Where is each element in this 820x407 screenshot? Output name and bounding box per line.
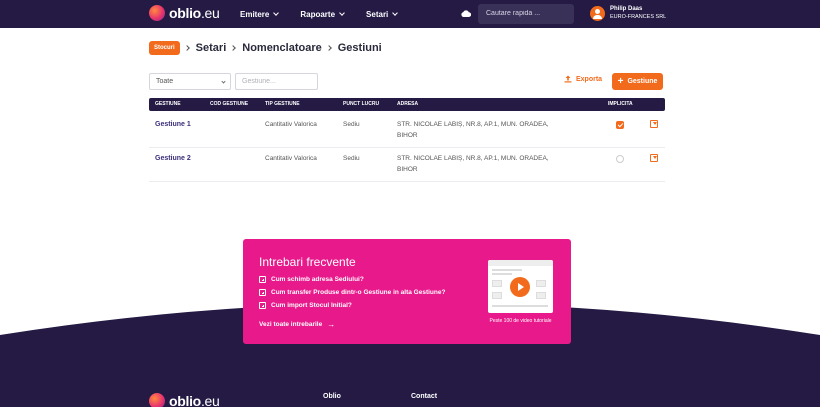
footer-col-oblio: Oblio bbox=[323, 393, 341, 400]
gestiune-address-line1: STR. NICOLAE LABIȘ, NR.8, AP.1, MUN. ORA… bbox=[397, 155, 549, 162]
gestiune-name-link[interactable]: Gestiune 1 bbox=[155, 119, 191, 130]
gestiune-search-input[interactable] bbox=[235, 73, 318, 90]
default-checkbox-checked[interactable] bbox=[616, 121, 624, 129]
chevron-down-icon bbox=[273, 9, 280, 16]
plus-square-icon bbox=[259, 276, 266, 283]
play-icon[interactable] bbox=[510, 277, 530, 297]
filter-select[interactable]: Toate bbox=[149, 73, 231, 90]
upload-icon bbox=[564, 75, 572, 83]
plus-square-icon bbox=[259, 302, 266, 309]
logo-text: oblio bbox=[169, 5, 201, 21]
stocuri-badge[interactable]: Stocuri bbox=[149, 41, 180, 55]
chevron-right-icon bbox=[230, 45, 237, 51]
arrow-right-icon: → bbox=[327, 320, 336, 329]
chevron-right-icon bbox=[183, 45, 190, 51]
video-tutorial-thumbnail[interactable] bbox=[488, 260, 553, 313]
logo-mark-icon bbox=[149, 5, 165, 21]
footer-logo[interactable]: oblio.eu bbox=[149, 393, 220, 407]
plus-square-icon bbox=[259, 289, 266, 296]
faq-card: Intrebari frecvente Cum schimb adresa Se… bbox=[243, 239, 571, 344]
logo-suffix: .eu bbox=[200, 393, 220, 407]
col-tip-gestiune[interactable]: TIP GESTIUNE bbox=[265, 98, 300, 111]
logo-mark-icon bbox=[149, 393, 165, 407]
cloud-icon[interactable] bbox=[461, 10, 471, 17]
table-header: GESTIUNE COD GESTIUNE TIP GESTIUNE PUNCT… bbox=[149, 98, 665, 111]
main-menu: Emitere Rapoarte Setari bbox=[240, 0, 419, 28]
col-cod-gestiune[interactable]: COD GESTIUNE bbox=[210, 98, 248, 111]
chevron-down-icon bbox=[392, 9, 399, 16]
table-row: Gestiune 1 Cantitativ Valorica Sediu STR… bbox=[149, 114, 665, 148]
row-actions-dropdown-icon[interactable] bbox=[650, 154, 658, 162]
user-name: Philip Daas bbox=[610, 6, 643, 12]
col-punct-lucru[interactable]: PUNCT LUCRU bbox=[343, 98, 379, 111]
col-implicita[interactable]: IMPLICITA bbox=[608, 98, 633, 111]
top-navbar: oblio.eu Emitere Rapoarte Setari Philip … bbox=[0, 0, 820, 28]
quick-search-input[interactable] bbox=[478, 4, 574, 24]
user-company: EURO-FRANCES SRL bbox=[610, 14, 667, 20]
col-adresa[interactable]: ADRESA bbox=[397, 98, 418, 111]
gestiune-type: Cantitativ Valorica bbox=[265, 121, 317, 128]
breadcrumb-setari[interactable]: Setari bbox=[196, 42, 227, 54]
add-gestiune-button[interactable]: + Gestiune bbox=[612, 73, 663, 90]
chevron-down-icon bbox=[221, 79, 226, 84]
gestiune-address-line1: STR. NICOLAE LABIȘ, NR.8, AP.1, MUN. ORA… bbox=[397, 121, 549, 128]
chevron-down-icon bbox=[339, 9, 345, 16]
menu-emitere[interactable]: Emitere bbox=[240, 9, 280, 19]
faq-title: Intrebari frecvente bbox=[259, 255, 356, 269]
user-menu[interactable]: Philip Daas EURO-FRANCES SRL bbox=[590, 5, 666, 21]
video-caption: Peste 100 de video tutoriale bbox=[489, 318, 552, 324]
breadcrumb-gestiuni: Gestiuni bbox=[337, 42, 382, 54]
faq-see-all-link[interactable]: Vezi toate intrebarile → bbox=[259, 320, 335, 329]
logo-text: oblio bbox=[169, 393, 201, 407]
default-checkbox-unchecked[interactable] bbox=[616, 155, 624, 163]
gestiune-punct-lucru: Sediu bbox=[343, 155, 360, 162]
chevron-right-icon bbox=[325, 45, 332, 51]
user-avatar-icon bbox=[590, 5, 605, 21]
export-button[interactable]: Exporta bbox=[564, 75, 602, 83]
oblio-logo[interactable]: oblio.eu bbox=[149, 5, 220, 21]
logo-suffix: .eu bbox=[200, 5, 220, 21]
row-actions-dropdown-icon[interactable] bbox=[650, 120, 658, 128]
gestiune-name-link[interactable]: Gestiune 2 bbox=[155, 153, 191, 164]
gestiune-address-line2: BIHOR bbox=[397, 132, 418, 139]
plus-icon: + bbox=[617, 75, 624, 87]
menu-setari[interactable]: Setari bbox=[366, 9, 399, 19]
breadcrumb-nomenclatoare[interactable]: Nomenclatoare bbox=[242, 42, 321, 54]
faq-item-import[interactable]: Cum import Stocul Initial? bbox=[259, 302, 352, 309]
table-row: Gestiune 2 Cantitativ Valorica Sediu STR… bbox=[149, 148, 665, 182]
col-gestiune[interactable]: GESTIUNE bbox=[155, 98, 181, 111]
faq-item-transfer[interactable]: Cum transfer Produse dintr-o Gestiune in… bbox=[259, 289, 445, 296]
menu-rapoarte[interactable]: Rapoarte bbox=[300, 9, 345, 19]
footer-col-contact: Contact bbox=[411, 393, 438, 400]
faq-item-sediu[interactable]: Cum schimb adresa Sediului? bbox=[259, 276, 364, 283]
gestiune-address-line2: BIHOR bbox=[397, 166, 418, 173]
gestiune-type: Cantitativ Valorica bbox=[265, 155, 317, 162]
gestiune-punct-lucru: Sediu bbox=[343, 121, 360, 128]
breadcrumb: Stocuri Setari Nomenclatoare Gestiuni bbox=[149, 41, 382, 55]
